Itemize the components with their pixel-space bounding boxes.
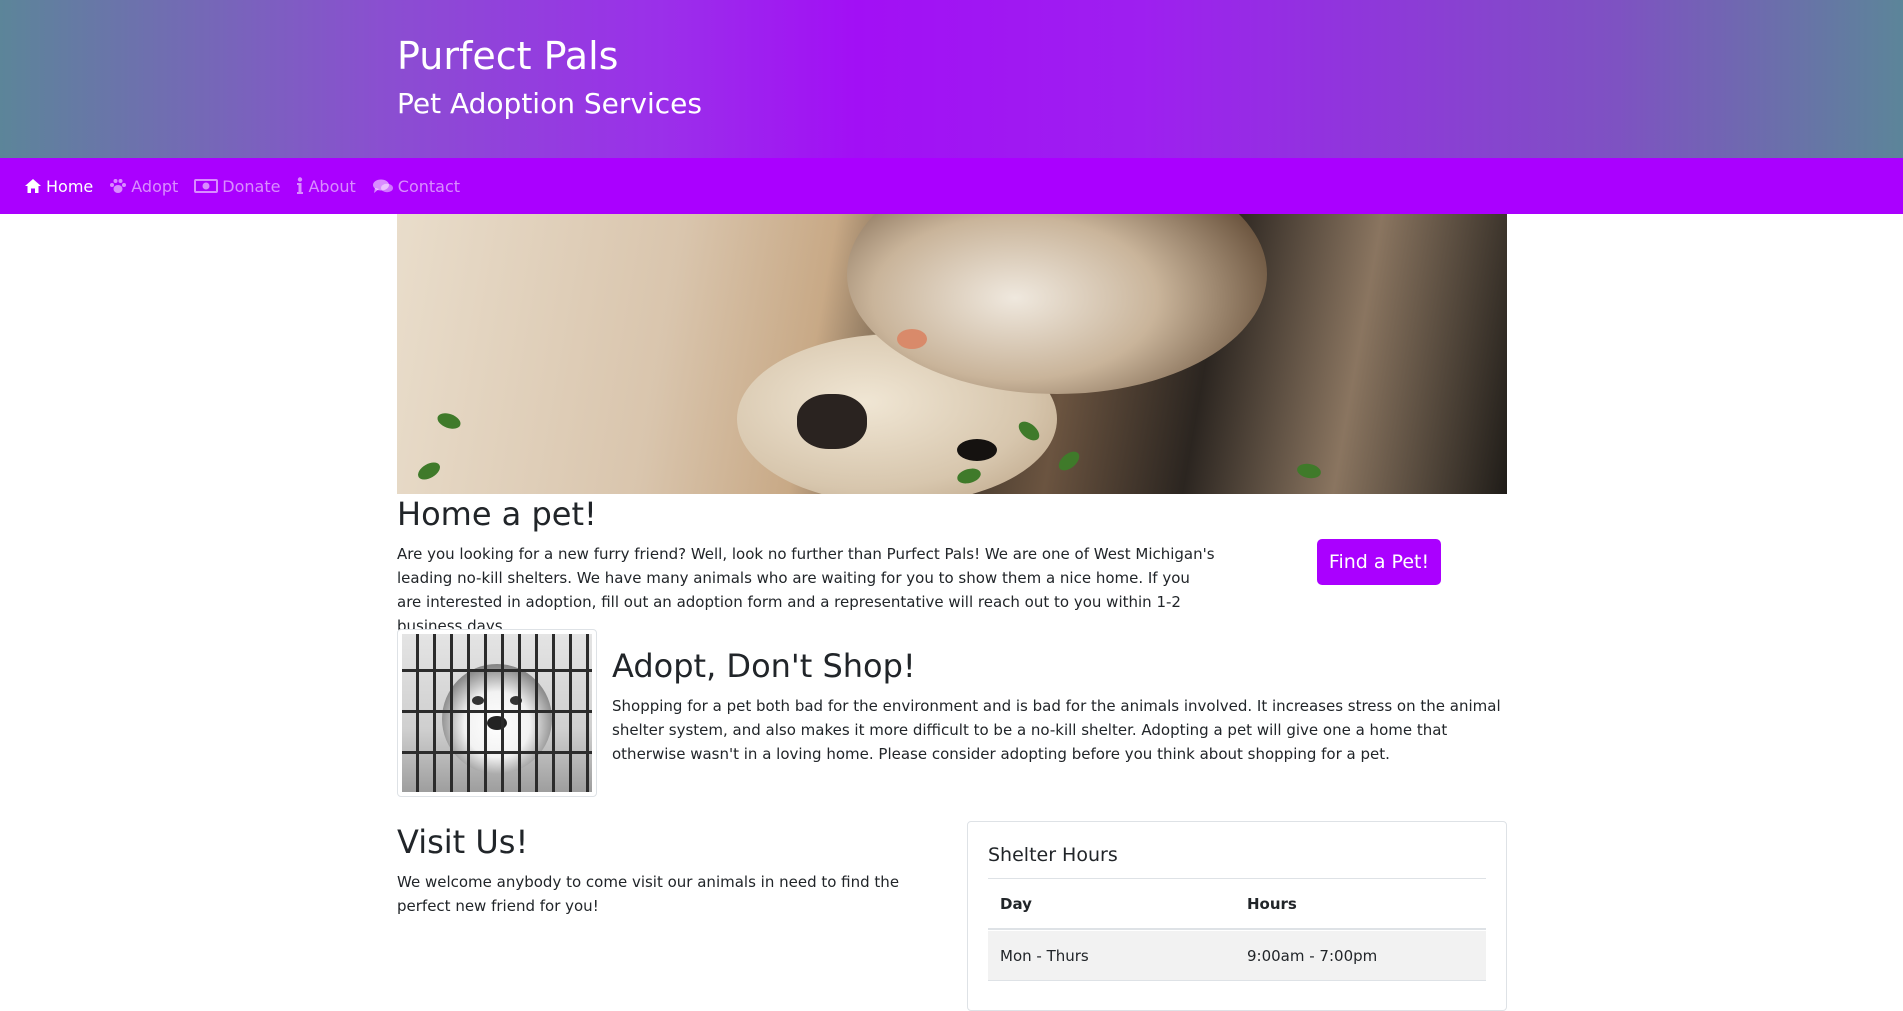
nav-label-donate: Donate	[222, 176, 281, 196]
home-heading: Home a pet!	[397, 495, 597, 533]
money-icon	[194, 179, 219, 193]
site-subtitle: Pet Adoption Services	[397, 87, 702, 120]
hero-image-cat-and-dog	[397, 214, 1507, 494]
adopt-heading: Adopt, Don't Shop!	[612, 647, 916, 685]
nav-label-contact: Contact	[397, 176, 461, 196]
table-row: Mon - Thurs 9:00am - 7:00pm	[988, 931, 1486, 981]
column-header-day: Day	[1000, 895, 1032, 913]
main-navbar: Home Adopt Donate About Contact	[0, 158, 1903, 214]
nav-item-about[interactable]: About	[296, 176, 356, 196]
shelter-hours-card: Shelter Hours Day Hours Mon - Thurs 9:00…	[967, 821, 1507, 1011]
nav-label-adopt: Adopt	[131, 176, 179, 196]
comments-icon	[372, 179, 393, 193]
nav-item-adopt[interactable]: Adopt	[109, 177, 178, 196]
info-icon	[297, 177, 304, 194]
nav-label-home: Home	[46, 176, 94, 196]
nav-item-donate[interactable]: Donate	[194, 177, 280, 196]
site-title: Purfect Pals	[397, 34, 619, 78]
home-paragraph: Are you looking for a new furry friend? …	[397, 545, 1215, 635]
caged-husky-image	[397, 629, 597, 797]
home-icon	[25, 179, 41, 193]
shelter-hours-title: Shelter Hours	[988, 844, 1118, 866]
hours-day-cell: Mon - Thurs	[1000, 946, 1089, 965]
site-header: Purfect Pals Pet Adoption Services	[0, 0, 1903, 158]
column-header-hours: Hours	[1247, 895, 1297, 913]
nav-item-home[interactable]: Home	[24, 177, 93, 196]
card-divider	[988, 878, 1486, 879]
find-a-pet-button[interactable]: Find a Pet!	[1317, 539, 1441, 585]
hours-table-header: Day Hours	[988, 880, 1486, 930]
visit-heading: Visit Us!	[397, 823, 529, 861]
hours-value-cell: 9:00am - 7:00pm	[1247, 946, 1378, 965]
paw-icon	[110, 179, 127, 193]
adopt-paragraph: Shopping for a pet both bad for the envi…	[612, 697, 1501, 763]
visit-paragraph: We welcome anybody to come visit our ani…	[397, 873, 900, 915]
nav-item-contact[interactable]: Contact	[372, 177, 460, 196]
nav-label-about: About	[308, 176, 356, 196]
